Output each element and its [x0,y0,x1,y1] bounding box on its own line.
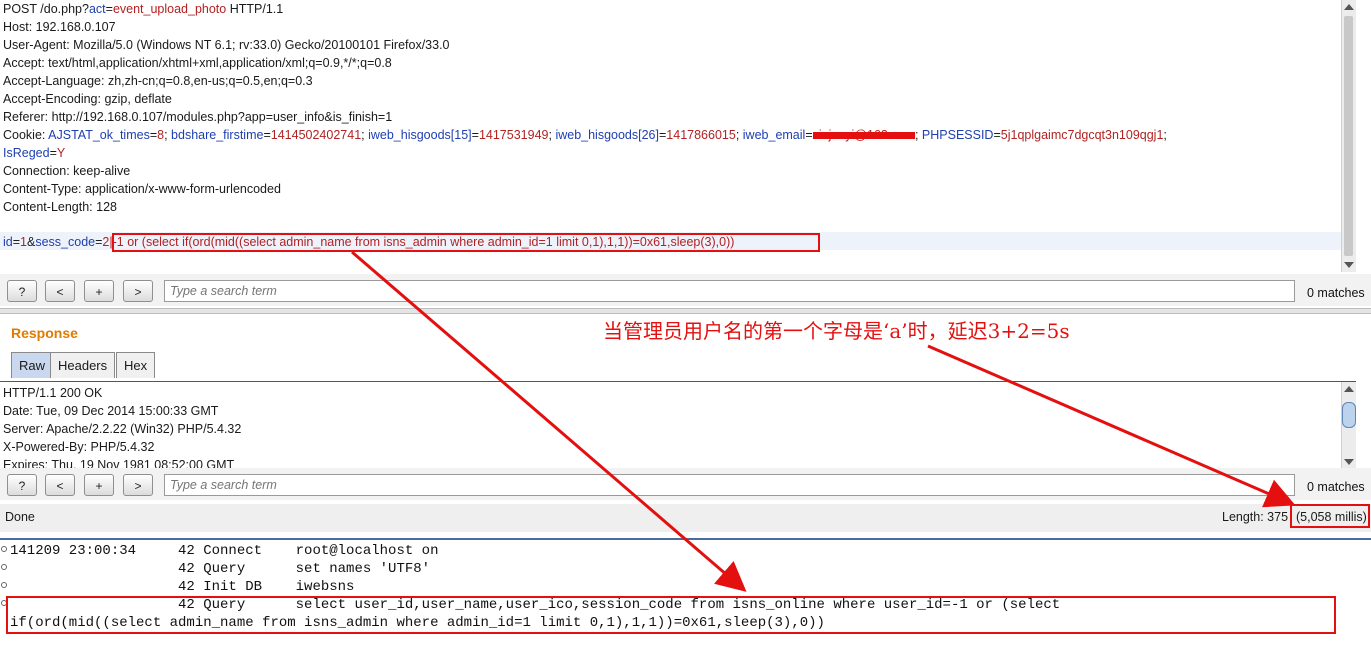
arrow-to-timing [927,344,1296,508]
annotation-arrows [351,250,1296,592]
arrow-to-log [351,250,747,592]
